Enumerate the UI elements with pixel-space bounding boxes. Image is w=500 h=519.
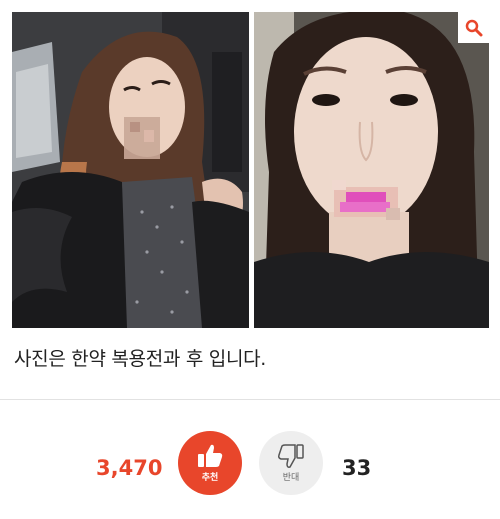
zoom-button[interactable] — [458, 12, 489, 43]
photo-before-image — [12, 12, 249, 328]
magnifier-icon — [465, 19, 482, 36]
post-caption: 사진은 한약 복용전과 후 입니다. — [14, 348, 267, 370]
upvote-count: 3,470 — [96, 456, 163, 480]
thumbs-up-icon — [198, 444, 223, 467]
thumbs-down-icon — [278, 444, 304, 468]
photo-after-image — [254, 12, 489, 328]
downvote-count: 33 — [342, 456, 372, 480]
downvote-button[interactable]: 반대 — [259, 431, 323, 495]
photo-before[interactable] — [12, 12, 249, 328]
upvote-button[interactable]: 추천 — [178, 431, 242, 495]
divider — [0, 399, 500, 400]
photo-after[interactable] — [254, 12, 489, 328]
upvote-label: 추천 — [201, 473, 219, 483]
downvote-label: 반대 — [282, 473, 300, 483]
